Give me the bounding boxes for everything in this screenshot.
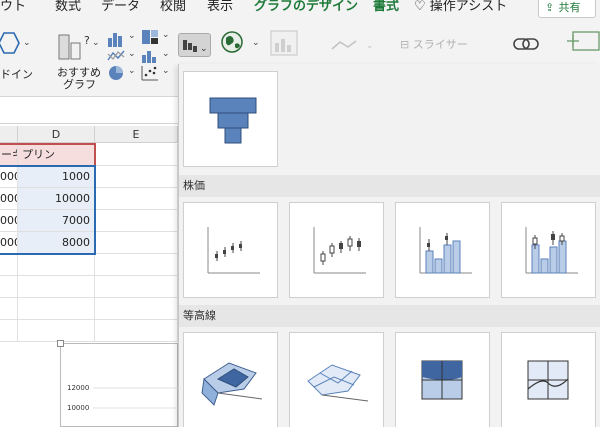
- sparkline-icon: ⌄: [331, 40, 374, 51]
- tab-data[interactable]: データ: [101, 0, 140, 15]
- waterfall-icon: ⌄: [183, 40, 208, 54]
- hexagon-icon[interactable]: [0, 30, 22, 58]
- section-stock: 株価: [179, 175, 600, 197]
- tab-review[interactable]: 校閲: [160, 0, 186, 15]
- formula-bar[interactable]: [0, 97, 178, 124]
- new-comment-icon[interactable]: [567, 28, 600, 54]
- cell-d7[interactable]: [18, 276, 95, 298]
- cell-e1[interactable]: [95, 144, 178, 166]
- surface-3d-option[interactable]: [183, 332, 278, 427]
- stock-vohlc-option[interactable]: [501, 202, 596, 298]
- pie-chart-icon[interactable]: [106, 64, 128, 82]
- funnel-chart-option[interactable]: [183, 71, 278, 167]
- cell-d9[interactable]: [18, 320, 95, 342]
- map-chevron-icon[interactable]: ⌄: [252, 38, 260, 48]
- cell-d8[interactable]: [18, 298, 95, 320]
- section-surface-title: 等高線: [183, 309, 216, 322]
- stock-hlc-option[interactable]: [183, 202, 278, 298]
- chart-gridlines: [93, 387, 179, 409]
- line-chart-icon[interactable]: [106, 48, 128, 64]
- wireframe-contour-option[interactable]: [501, 332, 596, 427]
- wireframe-contour-icon: [527, 360, 569, 400]
- tell-me-label: 操作アシスト: [429, 0, 508, 14]
- tab-layout[interactable]: ウト: [0, 0, 26, 15]
- share-button[interactable]: ⇪ 共有: [538, 0, 596, 18]
- statistics-chevron-icon[interactable]: ⌄: [162, 49, 170, 59]
- cell-e5[interactable]: [95, 232, 178, 254]
- scatter-chevron-icon[interactable]: ⌄: [162, 66, 170, 76]
- hierarchy-chart-icon[interactable]: [140, 28, 162, 46]
- contour-icon: [421, 360, 463, 400]
- slicer-label: スライサー: [412, 38, 468, 51]
- tab-formulas[interactable]: 数式: [55, 0, 81, 15]
- cell-c6[interactable]: [0, 254, 18, 276]
- column-header-d[interactable]: D: [18, 126, 95, 143]
- contour-option[interactable]: [395, 332, 490, 427]
- share-icon: ⇪: [545, 1, 555, 14]
- cell-c8[interactable]: [0, 298, 18, 320]
- lightbulb-icon: ♡: [414, 0, 426, 14]
- slicer-button: ⊟ スライサー: [400, 36, 468, 52]
- tab-chart-design[interactable]: グラフのデザイン: [254, 0, 358, 15]
- cell-e6[interactable]: [95, 254, 178, 276]
- waterfall-chart-button[interactable]: ⌄: [178, 33, 211, 57]
- column-chevron-icon[interactable]: ⌄: [128, 31, 136, 41]
- recommended-chevron-icon[interactable]: ⌄: [92, 38, 100, 48]
- data-range-outline: [0, 165, 96, 255]
- recommended-chart-icon[interactable]: ?: [57, 29, 97, 63]
- cell-e9[interactable]: [95, 320, 178, 342]
- chart-type-gallery: 株価 等高線: [178, 64, 600, 427]
- funnel-icon: [209, 97, 257, 144]
- pivot-chart-icon: [270, 30, 298, 56]
- map-chart-icon[interactable]: [221, 30, 245, 56]
- cell-c9[interactable]: [0, 320, 18, 342]
- recommended-label-2: グラフ: [63, 78, 96, 91]
- section-stock-title: 株価: [183, 179, 205, 192]
- stock-vohlc-icon: [525, 227, 578, 274]
- cell-e3[interactable]: [95, 188, 178, 210]
- section-surface: 等高線: [179, 305, 600, 327]
- cell-e2[interactable]: [95, 166, 178, 188]
- link-icon[interactable]: [512, 33, 542, 55]
- statistics-chart-icon[interactable]: [140, 47, 162, 65]
- ribbon-tabs: ウト 数式 データ 校閲 表示 グラフのデザイン 書式 ♡ 操作アシスト ⇪ 共…: [0, 0, 600, 18]
- addin-label: ドイン: [0, 68, 33, 81]
- cell-d6[interactable]: [18, 254, 95, 276]
- addin-chevron-icon[interactable]: ⌄: [23, 38, 31, 48]
- slicer-icon: ⊟: [400, 38, 410, 51]
- wireframe-3d-icon: [307, 364, 369, 402]
- svg-text:?: ?: [84, 34, 90, 47]
- tell-me-box[interactable]: ♡ 操作アシスト: [414, 0, 507, 15]
- line-chevron-icon[interactable]: ⌄: [128, 49, 136, 59]
- hierarchy-chevron-icon[interactable]: ⌄: [162, 30, 170, 40]
- header-range-outline: [0, 143, 96, 167]
- share-label: 共有: [558, 1, 581, 14]
- wireframe-3d-option[interactable]: [289, 332, 384, 427]
- cell-e7[interactable]: [95, 276, 178, 298]
- cell-e4[interactable]: [95, 210, 178, 232]
- embedded-chart[interactable]: 12000 10000: [57, 340, 179, 427]
- stock-ohlc-icon: [313, 227, 366, 274]
- column-header-c[interactable]: [0, 126, 18, 143]
- cell-e8[interactable]: [95, 298, 178, 320]
- stock-vhlc-option[interactable]: [395, 202, 490, 298]
- pie-chevron-icon[interactable]: ⌄: [128, 66, 136, 76]
- cell-c7[interactable]: [0, 276, 18, 298]
- stock-ohlc-option[interactable]: [289, 202, 384, 298]
- surface-3d-icon: [201, 362, 263, 406]
- svg-text:⌄: ⌄: [366, 41, 374, 51]
- tab-format[interactable]: 書式: [373, 0, 399, 15]
- stock-vhlc-icon: [419, 227, 472, 274]
- stock-hlc-icon: [207, 227, 260, 274]
- column-chart-icon[interactable]: [106, 30, 128, 48]
- column-header-e[interactable]: E: [95, 126, 178, 143]
- scatter-chart-icon[interactable]: [140, 64, 162, 82]
- svg-text:⌄: ⌄: [200, 44, 208, 54]
- tab-view[interactable]: 表示: [207, 0, 233, 15]
